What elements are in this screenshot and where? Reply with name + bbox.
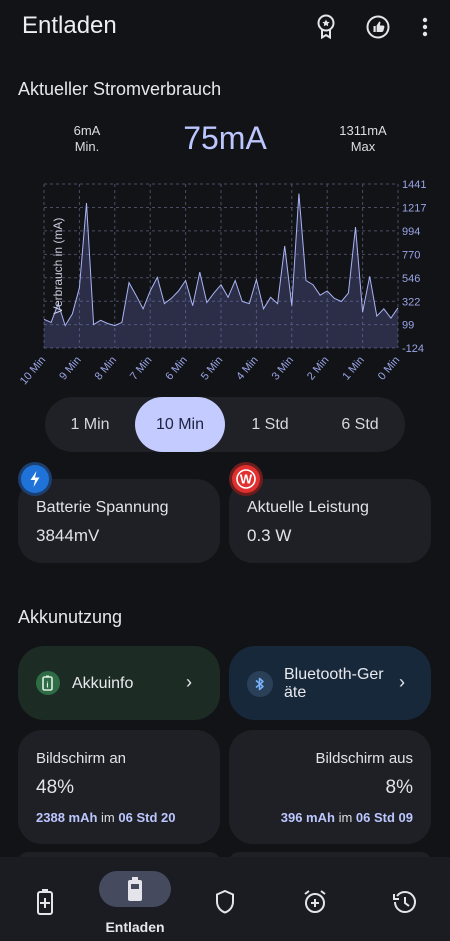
page-title: Entladen — [22, 12, 117, 39]
screen-on-im: im — [101, 810, 115, 825]
x-tick-label: 9 Min — [57, 354, 83, 382]
battery-charge-icon — [37, 889, 53, 915]
screen-on-card[interactable]: Bildschirm an 48% 2388 mAh im 06 Std 20 — [18, 730, 220, 844]
range-option-10-min[interactable]: 10 Min — [135, 397, 225, 452]
x-tick-label: 2 Min — [305, 354, 331, 382]
range-option-6-std[interactable]: 6 Std — [315, 397, 405, 452]
screen-on-duration: 06 Std 20 — [118, 810, 176, 825]
nav-charging[interactable] — [0, 857, 90, 941]
screen-on-label: Bildschirm an — [36, 750, 127, 767]
thumbs-up-icon[interactable] — [366, 14, 390, 40]
x-tick-label: 5 Min — [199, 354, 225, 382]
more-vert-icon[interactable] — [413, 14, 437, 40]
battery-usage-title: Akkunutzung — [18, 607, 123, 627]
x-tick-label: 3 Min — [270, 354, 296, 382]
screen-off-details: 396 mAh im 06 Std 09 — [281, 810, 413, 825]
x-tick-label: 8 Min — [93, 354, 119, 382]
y-tick-label: 99 — [402, 320, 414, 332]
x-tick-label: 10 Min — [18, 354, 48, 387]
range-option-1-std[interactable]: 1 Std — [225, 397, 315, 452]
y-axis-label: Verbrauch in (mA) — [51, 218, 65, 315]
chevron-right-icon: › — [186, 672, 192, 692]
y-tick-label: 1217 — [402, 202, 426, 214]
max-label: Max — [350, 139, 376, 154]
min-label: Min. — [74, 139, 100, 154]
bluetooth-devices-label: Bluetooth-Ger äte — [284, 666, 384, 702]
bluetooth-icon — [247, 671, 273, 697]
screen-off-im: im — [338, 810, 353, 825]
current-value: 75mA — [183, 120, 267, 156]
max-value: 1311mA — [339, 123, 387, 138]
y-tick-label: 994 — [402, 226, 420, 238]
svg-text:i: i — [46, 681, 48, 690]
bolt-icon — [21, 465, 49, 493]
min-value: 6mA — [73, 123, 101, 138]
x-tick-label: 0 Min — [376, 354, 402, 382]
screen-on-percent: 48% — [36, 777, 75, 798]
screen-off-percent: 8% — [385, 777, 413, 798]
current-power-value: 0.3 W — [247, 526, 292, 545]
screen-off-mah: 396 mAh — [280, 810, 335, 825]
history-icon — [393, 891, 416, 913]
battery-info-button[interactable]: i Akkuinfo › — [18, 646, 220, 720]
nav-alarm[interactable] — [270, 857, 360, 941]
bluetooth-devices-button[interactable]: Bluetooth-Ger äte › — [229, 646, 431, 720]
current-usage-title: Aktueller Stromverbrauch — [18, 79, 222, 99]
battery-voltage-value: 3844mV — [36, 526, 100, 545]
bluetooth-label-line1: Bluetooth-Ger — [284, 666, 384, 683]
battery-info-icon: i — [36, 671, 60, 695]
screen-off-label: Bildschirm aus — [315, 750, 413, 767]
y-tick-label: 1441 — [402, 179, 426, 191]
screen-off-card[interactable]: Bildschirm aus 8% 396 mAh im 06 Std 09 — [229, 730, 431, 844]
award-icon[interactable] — [314, 14, 338, 40]
x-tick-label: 1 Min — [340, 354, 366, 382]
y-tick-label: -124 — [402, 343, 424, 355]
current-power-label: Aktuelle Leistung — [247, 499, 369, 516]
nav-protection[interactable] — [180, 857, 270, 941]
shield-icon — [216, 889, 234, 914]
y-tick-label: 770 — [402, 249, 420, 261]
bluetooth-label-line2: äte — [284, 684, 307, 701]
x-tick-label: 7 Min — [128, 354, 154, 382]
bottom-navigation: Entladen — [0, 857, 450, 941]
w-icon: W — [232, 465, 260, 493]
alarm-add-icon — [304, 890, 326, 913]
range-option-1-min[interactable]: 1 Min — [45, 397, 135, 452]
max-stat: 1311mA Max — [328, 123, 398, 155]
screen-off-duration: 06 Std 09 — [355, 810, 413, 825]
consumption-chart: 1441 1217 994 770 546 322 99 -124 10 Min 9 Min 8 M… — [18, 179, 427, 387]
chevron-right-icon: › — [399, 672, 405, 692]
app-bar: Entladen — [0, 0, 450, 56]
battery-info-label: Akkuinfo — [72, 675, 134, 692]
x-tick-label: 6 Min — [163, 354, 189, 382]
screen-on-mah: 2388 mAh — [36, 810, 98, 825]
screen-on-details: 2388 mAh im 06 Std 20 — [36, 810, 175, 825]
y-tick-label: 322 — [402, 296, 420, 308]
nav-active-label: Entladen — [105, 919, 165, 935]
x-tick-label: 4 Min — [234, 354, 260, 382]
nav-history[interactable] — [360, 857, 450, 941]
battery-discharge-icon — [128, 877, 142, 901]
y-tick-label: 546 — [402, 273, 420, 285]
svg-text:W: W — [240, 472, 253, 487]
battery-voltage-label: Batterie Spannung — [36, 499, 169, 516]
min-stat: 6mA Min. — [52, 123, 122, 155]
time-range-selector: 1 Min 10 Min 1 Std 6 Std — [45, 397, 405, 452]
